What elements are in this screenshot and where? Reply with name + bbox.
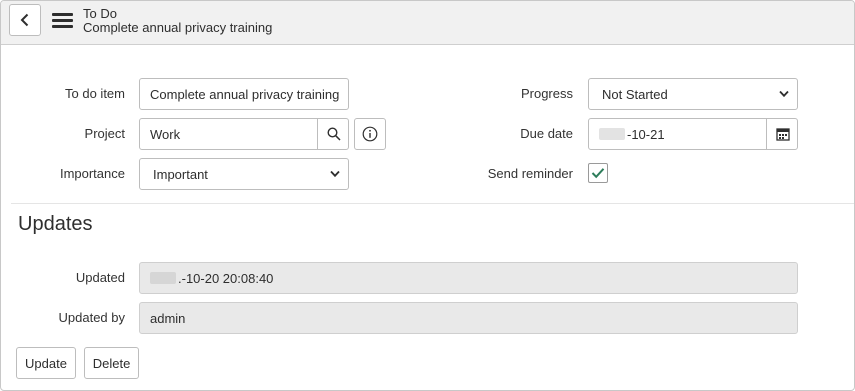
chevron-down-icon: [330, 170, 340, 178]
search-icon: [326, 127, 341, 141]
project-search-button[interactable]: [317, 118, 349, 150]
menu-icon[interactable]: [52, 13, 73, 29]
project-input[interactable]: Work: [139, 118, 349, 150]
redacted-year: [599, 128, 625, 140]
updated-value: .-10-20 20:08:40: [178, 270, 274, 286]
calendar-icon: [775, 128, 790, 141]
back-button[interactable]: [9, 4, 41, 36]
project-value: Work: [150, 126, 181, 142]
project-info-button[interactable]: [354, 118, 386, 150]
importance-value: Important: [153, 166, 208, 182]
due-date-label: Due date: [520, 126, 573, 141]
redacted-year: [150, 272, 176, 284]
progress-select[interactable]: Not Started: [588, 78, 798, 110]
todo-item-input[interactable]: Complete annual privacy training: [139, 78, 349, 110]
update-button[interactable]: Update: [16, 347, 76, 379]
updated-by-label: Updated by: [58, 310, 126, 325]
info-icon: [362, 126, 378, 142]
due-date-value: -10-21: [627, 126, 665, 142]
todo-item-value: Complete annual privacy training: [150, 86, 340, 102]
due-date-input[interactable]: -10-21: [588, 118, 798, 150]
todo-form-window: To Do Complete annual privacy training T…: [0, 0, 855, 391]
importance-select[interactable]: Important: [139, 158, 349, 190]
updates-section-title: Updates: [18, 213, 93, 235]
todo-item-label: To do item: [65, 86, 125, 101]
progress-label: Progress: [520, 86, 573, 101]
updated-by-value: admin: [150, 310, 186, 326]
delete-button[interactable]: Delete: [84, 347, 139, 379]
updated-field: .-10-20 20:08:40: [139, 262, 798, 294]
due-date-calendar-button[interactable]: [766, 118, 798, 150]
chevron-down-icon: [779, 90, 789, 98]
header-subtitle: Complete annual privacy training: [83, 20, 273, 35]
send-reminder-checkbox[interactable]: [588, 163, 608, 183]
updated-label: Updated: [75, 270, 125, 285]
importance-label: Importance: [59, 166, 125, 181]
project-label: Project: [84, 126, 125, 141]
chevron-left-icon: [20, 13, 29, 27]
header-bar: To Do Complete annual privacy training: [1, 1, 854, 45]
checkmark-icon: [591, 168, 605, 179]
progress-value: Not Started: [602, 86, 668, 102]
header-title: To Do: [83, 6, 117, 21]
send-reminder-label: Send reminder: [487, 166, 573, 181]
updated-by-field: admin: [139, 302, 798, 334]
section-divider: [11, 203, 854, 204]
